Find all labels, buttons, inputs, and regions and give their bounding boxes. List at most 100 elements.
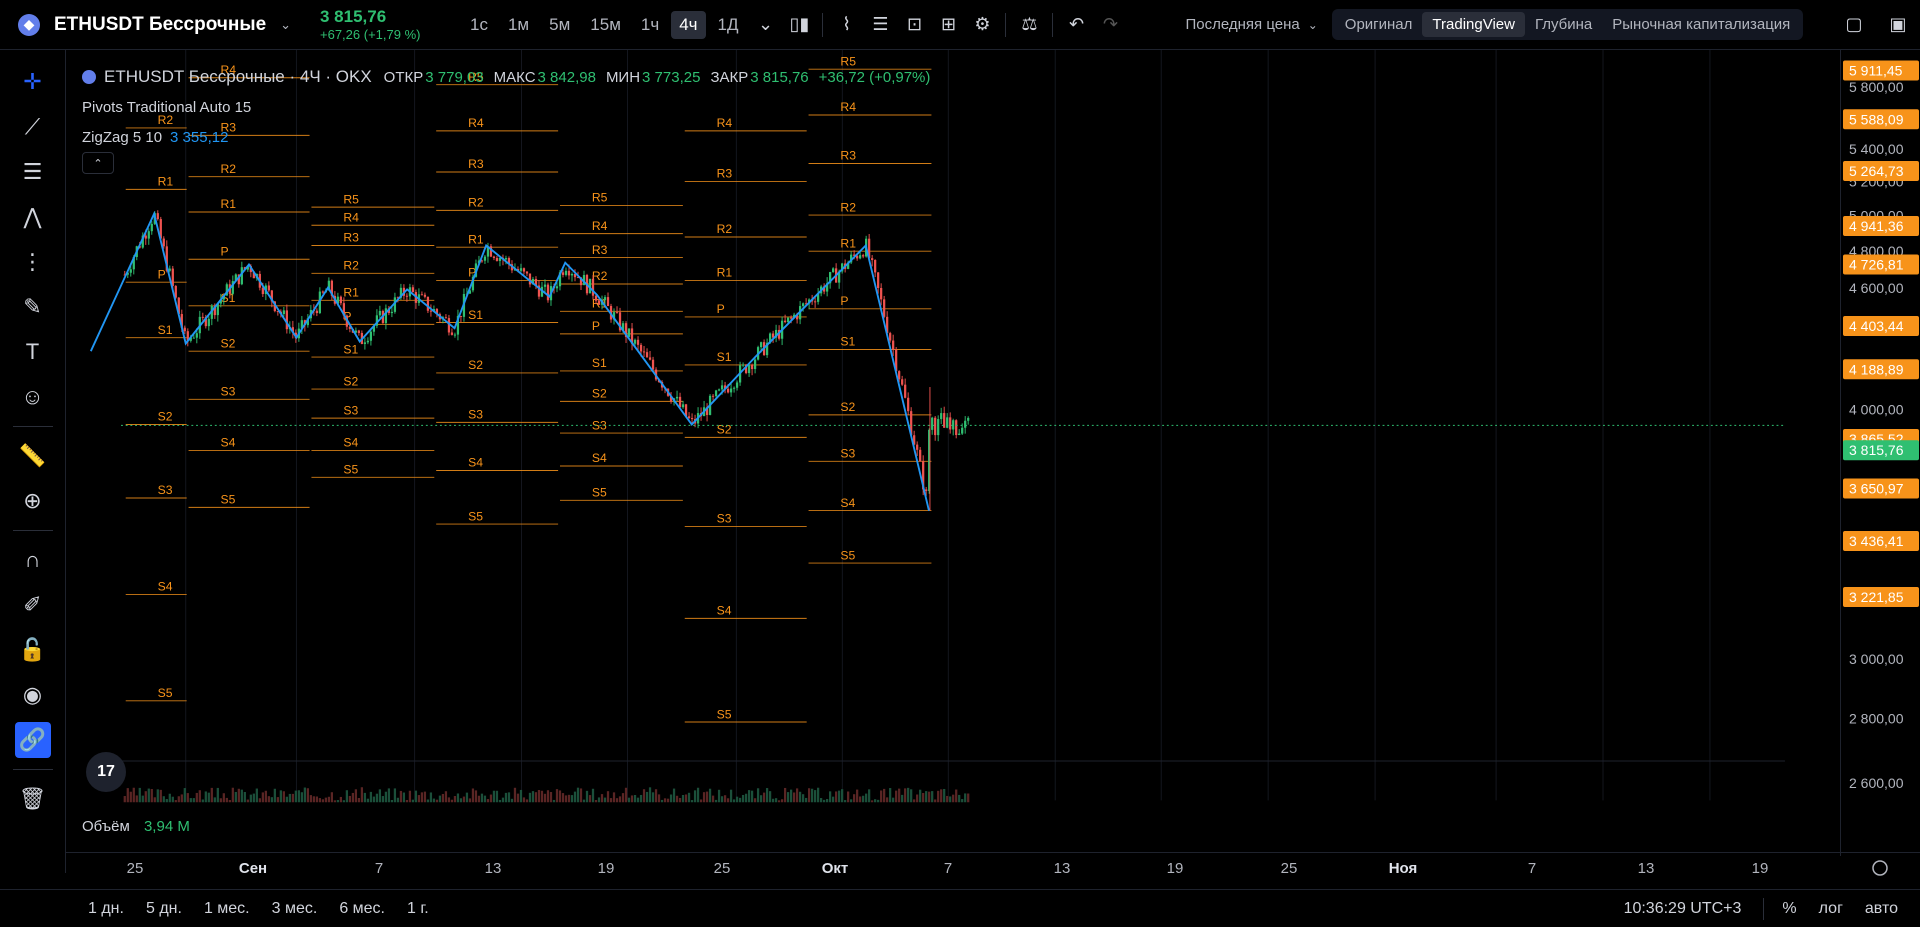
pivot-label-S4: S4 — [717, 604, 732, 618]
log-toggle[interactable]: лог — [1819, 900, 1843, 918]
candle-body — [594, 295, 598, 301]
volume-bar — [309, 795, 312, 803]
candle-body — [880, 288, 883, 300]
volume-bar — [534, 792, 538, 803]
link-icon[interactable]: 🔗 — [14, 722, 51, 758]
pivot-label-R1: R1 — [468, 232, 484, 246]
volume-bar — [366, 798, 370, 803]
candle-body — [883, 299, 886, 317]
volume-bar — [892, 797, 895, 803]
volume-bar — [345, 790, 349, 803]
trendline-icon[interactable]: ⟋ — [15, 109, 51, 145]
range-button-4[interactable]: 6 мес. — [339, 900, 385, 918]
alert-icon[interactable]: ⊡ — [897, 14, 931, 35]
gear-icon[interactable]: ⚙ — [965, 14, 999, 35]
volume-bar — [684, 794, 688, 803]
volume-bar — [898, 788, 901, 803]
range-button-0[interactable]: 1 дн. — [88, 900, 124, 918]
candle-body — [192, 337, 195, 339]
legend-close-label: ЗАКР — [710, 68, 749, 86]
zigzag-value: 3 355,12 — [170, 128, 229, 146]
pivot-label-S4: S4 — [220, 436, 235, 450]
candle-body — [321, 291, 325, 293]
x-tick-label: 13 — [485, 860, 502, 877]
price-axis[interactable]: 5 800,005 400,005 200,005 000,004 800,00… — [1840, 50, 1920, 856]
bottom-right-controls: 10:36:29 UTC+3 % лог авто — [1624, 897, 1920, 920]
volume-bar — [606, 791, 610, 803]
timeframe-2[interactable]: 5м — [541, 11, 578, 39]
chevron-down-icon[interactable]: ⌄ — [748, 14, 782, 35]
timeframe-6[interactable]: 1Д — [710, 11, 747, 39]
volume-bar — [174, 800, 177, 803]
range-button-3[interactable]: 3 мес. — [272, 900, 318, 918]
crosshair-icon[interactable]: ✛ — [15, 64, 51, 100]
forecast-icon[interactable]: ⋮ — [15, 244, 51, 280]
volume-bar — [931, 791, 934, 803]
pivot-label-S1: S1 — [468, 308, 483, 322]
view-tab-0[interactable]: Оригинал — [1335, 12, 1423, 37]
fib-lines-icon[interactable]: ☰ — [15, 154, 51, 190]
volume-bar — [141, 795, 144, 803]
list-icon[interactable]: ☰ — [863, 14, 897, 35]
emoji-icon[interactable]: ☺ — [15, 379, 51, 415]
volume-bar — [835, 791, 838, 803]
candle-type-icon[interactable]: ▯▮ — [782, 14, 816, 35]
layout-icon[interactable]: ▣ — [1876, 14, 1920, 35]
trash-icon[interactable]: 🗑 — [15, 781, 51, 817]
volume-bar — [435, 799, 439, 803]
range-button-5[interactable]: 1 г. — [407, 900, 429, 918]
indicators-icon[interactable]: ⌇ — [829, 14, 863, 35]
legend-pivots-row[interactable]: Pivots Traditional Auto 15 — [82, 92, 940, 122]
timeframe-1[interactable]: 1м — [500, 11, 537, 39]
legend-zigzag-row[interactable]: ZigZag 5 10 3 355,12 — [82, 122, 940, 152]
candle-body — [285, 310, 288, 330]
time-axis[interactable]: 25 Сен 7 13 19 25 Окт 7 13 19 25 Ноя 7 13 19 — [66, 852, 1920, 882]
volume-bar — [549, 791, 553, 803]
view-tab-1[interactable]: TradingView — [1422, 12, 1525, 37]
candle-body — [483, 256, 487, 261]
volume-bar — [138, 787, 141, 803]
x-tick-label: 7 — [1528, 860, 1536, 877]
view-tab-3[interactable]: Рыночная капитализация — [1602, 12, 1800, 37]
volume-bar — [147, 788, 150, 803]
percent-toggle[interactable]: % — [1782, 900, 1796, 918]
range-button-1[interactable]: 5 дн. — [146, 900, 182, 918]
zoom-icon[interactable]: ⊕ — [15, 483, 51, 519]
candle-body — [675, 396, 679, 399]
lock-drawing-icon[interactable]: ✐ — [15, 587, 51, 623]
price-mode-select[interactable]: Последняя цена ⌄ — [1185, 16, 1317, 33]
range-button-2[interactable]: 1 мес. — [204, 900, 250, 918]
pattern-icon[interactable]: ⋀ — [15, 199, 51, 235]
symbol-selector[interactable]: ◆ ETHUSDT Бессрочные ⌄ — [0, 13, 320, 36]
undo-icon[interactable]: ↶ — [1059, 14, 1093, 35]
scale-icon[interactable]: ⚖ — [1012, 14, 1046, 35]
brush-icon[interactable]: ✎ — [15, 289, 51, 325]
magnet-icon[interactable]: ∩ — [15, 542, 51, 578]
auto-toggle[interactable]: авто — [1865, 900, 1898, 918]
pivot-label-S3: S3 — [158, 483, 173, 497]
timeframe-0[interactable]: 1с — [462, 11, 496, 39]
candle-body — [901, 379, 904, 385]
eye-icon[interactable]: ◉ — [15, 677, 51, 713]
candle-body — [729, 388, 733, 393]
collapse-legend-button[interactable]: ⌃ — [82, 152, 114, 174]
view-tab-2[interactable]: Глубина — [1525, 12, 1602, 37]
volume-bar — [204, 791, 207, 803]
volume-bar — [594, 799, 598, 803]
volume-bar — [588, 795, 592, 803]
timeframe-3[interactable]: 15м — [582, 11, 629, 39]
text-icon[interactable]: T — [15, 334, 51, 370]
unlock-icon[interactable]: 🔓 — [15, 632, 51, 668]
timeframe-5[interactable]: 4ч — [671, 10, 706, 39]
volume-bar — [576, 787, 580, 803]
legend-ohlc-row: ETHUSDT Бессрочные · 4Ч · OKX ОТКР 3 779… — [82, 62, 940, 92]
tradingview-logo[interactable]: 17 — [86, 752, 126, 792]
fullscreen-icon[interactable]: ▢ — [1832, 14, 1876, 35]
ruler-icon[interactable]: 📏 — [15, 438, 51, 474]
redo-icon[interactable]: ↷ — [1093, 14, 1127, 35]
timeframe-4[interactable]: 1ч — [633, 11, 667, 39]
clock[interactable]: 10:36:29 UTC+3 — [1624, 900, 1742, 918]
volume-bar — [874, 799, 877, 803]
volume-bar — [501, 797, 505, 803]
replay-icon[interactable]: ⊞ — [931, 14, 965, 35]
